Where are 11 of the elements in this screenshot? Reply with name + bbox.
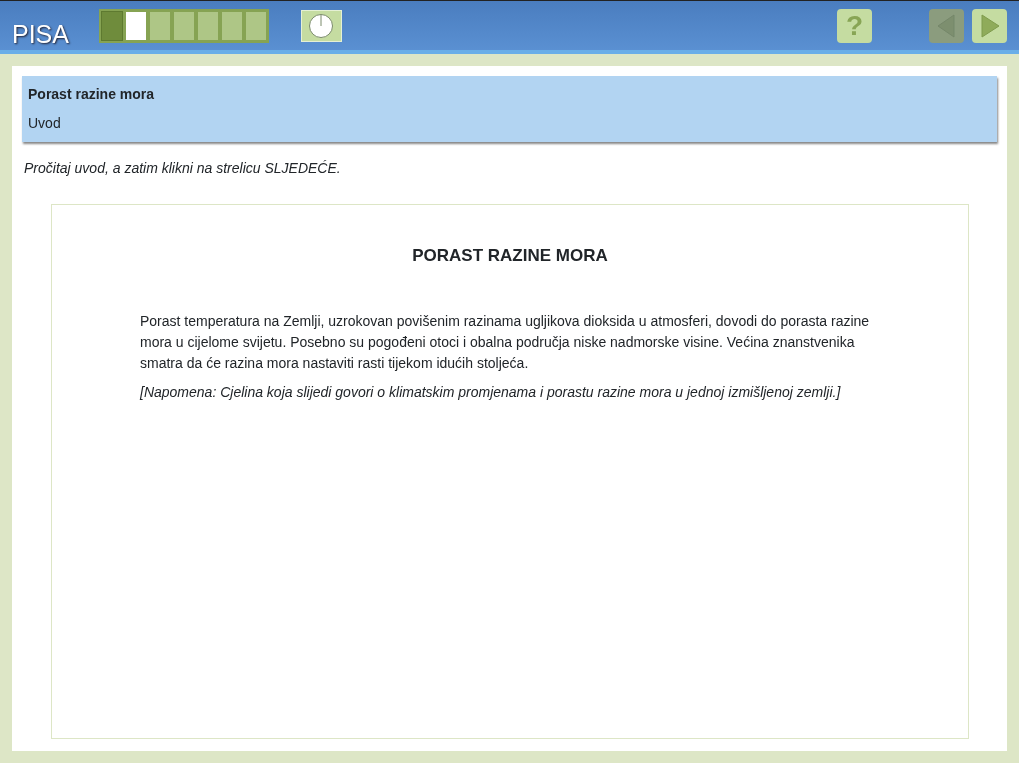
unit-title: Porast razine mora	[28, 85, 156, 104]
right-triangle-icon	[981, 14, 999, 37]
timer-icon	[301, 9, 342, 42]
stimulus-note: [Napomena: Cjelina koja slijedi govori o klimatskim promjenama i porastu razine mora u jednoj izmišljenoj zemlji.]	[140, 382, 842, 402]
instruction-text: Pročitaj uvod, a zatim klikni na strelicu SLJEDEĆE.	[24, 159, 342, 178]
stimulus-title: PORAST RAZINE MORA	[411, 245, 609, 267]
stimulus-paragraph: Porast temperatura na Zemlji, uzrokovan povišenim razinama ugljikova dioksida u atmosferi, dovodi do porasta razine mora u cijelome svijetu. Posebno su pogođeni otoci i obalna područja niske nadmorske visine. Većina znanstvenika smatra da će razina mora nastaviti rasti tijekom idućih stoljeća.	[140, 311, 871, 373]
unit-subtitle: Uvod	[28, 114, 62, 133]
app-logo: PISA	[12, 22, 69, 47]
next-button[interactable]	[972, 8, 1007, 43]
help-button[interactable]: ?	[837, 8, 872, 43]
